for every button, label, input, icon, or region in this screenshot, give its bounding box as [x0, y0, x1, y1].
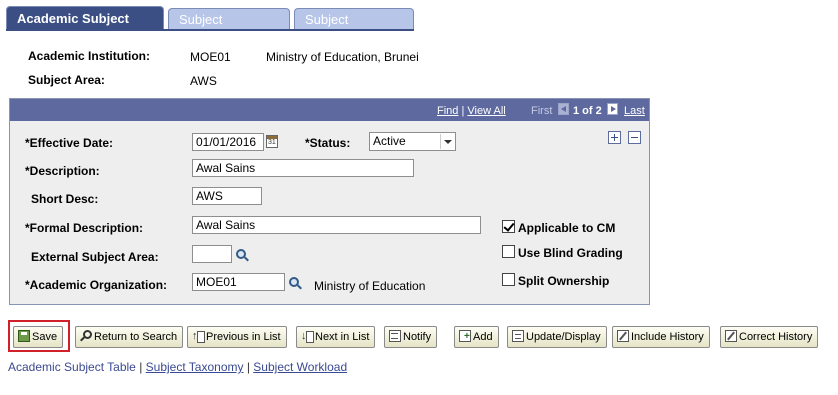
short-desc-label: Short Desc:	[31, 192, 99, 206]
return-to-search-label: Return to Search	[94, 331, 178, 343]
prev-arrow-icon	[558, 103, 569, 115]
description-input[interactable]: Awal Sains	[192, 159, 414, 177]
update-display-icon	[512, 330, 524, 343]
footer-separator: |	[243, 360, 254, 374]
institution-name: Ministry of Education, Brunei	[266, 50, 419, 64]
footer-separator: |	[135, 360, 146, 374]
include-history-button[interactable]: Include History	[612, 326, 710, 348]
external-subject-area-label: External Subject Area:	[31, 250, 159, 264]
correct-history-icon	[725, 330, 737, 343]
external-subject-area-input[interactable]	[192, 245, 232, 263]
applicable-to-cm-checkbox[interactable]	[502, 220, 515, 233]
institution-code: MOE01	[190, 50, 231, 64]
save-icon	[18, 330, 30, 343]
status-select[interactable]: Active	[369, 132, 456, 151]
status-label: *Status:	[305, 136, 351, 150]
find-link[interactable]: Find	[437, 105, 458, 117]
subject-area-value: AWS	[190, 74, 217, 88]
institution-label: Academic Institution:	[28, 49, 151, 63]
calendar-icon[interactable]: 31	[266, 135, 278, 148]
effective-date-input[interactable]: 01/01/2016	[192, 133, 264, 151]
description-label: *Description:	[25, 164, 100, 178]
notify-button[interactable]: Notify	[384, 326, 438, 348]
footer-link-subject-workload[interactable]: Subject Workload	[253, 360, 347, 374]
page-info: 1 of 2	[573, 105, 602, 117]
add-icon	[459, 327, 471, 347]
tab-underline	[6, 29, 414, 31]
save-button-label: Save	[32, 331, 58, 343]
update-display-label: Update/Display	[526, 331, 601, 343]
academic-organization-name: Ministry of Education	[314, 279, 426, 293]
formal-description-input[interactable]: Awal Sains	[192, 216, 481, 234]
next-icon	[301, 326, 314, 346]
tab-subject-taxonomy[interactable]: Subject Taxonomy	[168, 8, 290, 49]
lookup-icon[interactable]	[289, 277, 302, 290]
next-in-list-label: Next in List	[315, 331, 370, 343]
save-button[interactable]: Save	[13, 326, 64, 348]
next-in-list-button[interactable]: Next in List	[296, 326, 376, 348]
correct-history-button[interactable]: Correct History	[720, 326, 819, 348]
short-desc-input[interactable]: AWS	[192, 187, 262, 205]
add-row-icon[interactable]	[608, 131, 621, 144]
lookup-icon[interactable]	[236, 249, 249, 262]
status-selected-value: Active	[373, 134, 406, 148]
include-history-icon	[617, 330, 629, 343]
correct-history-label: Correct History	[739, 331, 813, 343]
split-ownership-checkbox[interactable]	[502, 273, 515, 286]
view-all-link[interactable]: View All	[467, 105, 505, 117]
tab-subject-workload[interactable]: Subject Workload	[294, 8, 414, 49]
footer-link-academic-subject-table[interactable]: Academic Subject Table	[8, 360, 136, 374]
first-label: First	[531, 105, 553, 117]
update-display-button[interactable]: Update/Display	[507, 326, 607, 348]
previous-in-list-label: Previous in List	[206, 331, 281, 343]
use-blind-grading-checkbox[interactable]	[502, 245, 515, 258]
return-to-search-button[interactable]: Return to Search	[75, 326, 184, 348]
last-link[interactable]: Last	[624, 105, 645, 117]
subject-area-label: Subject Area:	[28, 73, 105, 87]
footer-links: Academic Subject Table | Subject Taxonom…	[8, 360, 347, 374]
search-icon	[80, 330, 92, 342]
applicable-to-cm-label: Applicable to CM	[518, 221, 616, 235]
effective-date-label: *Effective Date:	[25, 136, 114, 150]
add-label: Add	[473, 331, 493, 343]
academic-organization-input[interactable]: MOE01	[192, 273, 285, 291]
academic-organization-label: *Academic Organization:	[25, 278, 168, 292]
delete-row-icon[interactable]	[628, 131, 641, 144]
add-button[interactable]: Add	[454, 326, 499, 348]
next-arrow-icon[interactable]	[607, 103, 618, 115]
include-history-label: Include History	[631, 331, 704, 343]
previous-in-list-button[interactable]: Previous in List	[187, 326, 287, 348]
use-blind-grading-label: Use Blind Grading	[518, 246, 623, 260]
notify-icon	[389, 330, 401, 343]
notify-label: Notify	[403, 331, 432, 343]
panel-nav-bar: Find | View All First 1 of 2 Last	[10, 99, 649, 121]
footer-link-subject-taxonomy[interactable]: Subject Taxonomy	[146, 360, 244, 374]
formal-description-label: *Formal Description:	[25, 221, 144, 235]
tab-academic-subject-table[interactable]: Academic Subject Table	[6, 6, 164, 50]
previous-icon	[192, 326, 205, 346]
chevron-down-icon	[440, 134, 454, 149]
split-ownership-label: Split Ownership	[518, 274, 610, 288]
